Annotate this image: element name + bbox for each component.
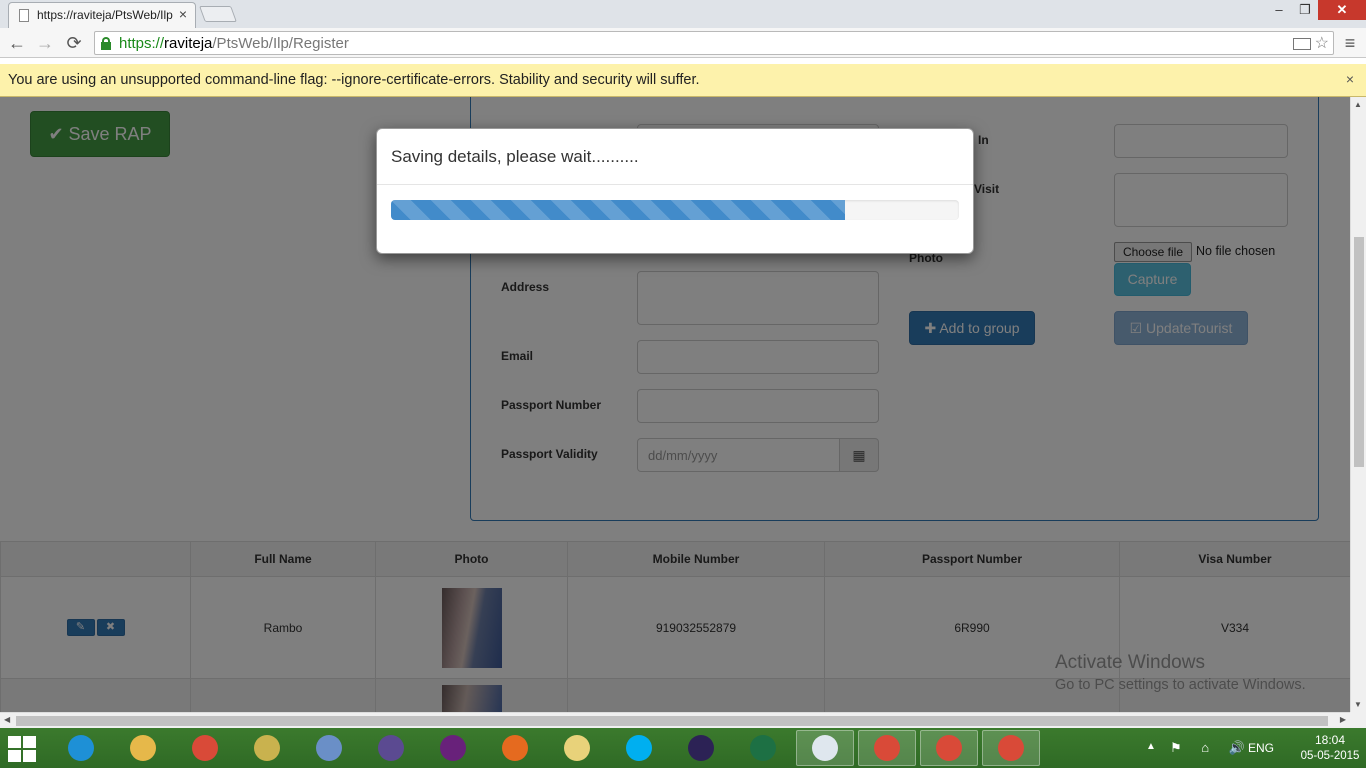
bookmark-star-icon[interactable]: ☆ (1315, 35, 1329, 52)
taskbar-app-button[interactable] (920, 730, 978, 766)
close-window-button[interactable]: ✕ (1318, 0, 1366, 20)
omnibox-actions: ☆ (1292, 33, 1329, 53)
skype-icon (626, 735, 652, 761)
url-text[interactable]: https://raviteja/PtsWeb/Ilp/Register (119, 35, 349, 52)
news-icon (812, 735, 838, 761)
tray-expand-icon[interactable]: ▲ (1146, 741, 1156, 752)
excel-icon (750, 735, 776, 761)
eclipse-purple-icon (378, 735, 404, 761)
internet-explorer-icon (68, 735, 94, 761)
tab-title: https://raviteja/PtsWeb/Ilp (37, 8, 173, 22)
scrollbar-corner (1350, 712, 1366, 728)
visual-studio-icon (440, 735, 466, 761)
scroll-down-icon[interactable]: ▼ (1354, 700, 1362, 709)
warning-infobar: You are using an unsupported command-lin… (0, 64, 1366, 97)
taskbar-app-button[interactable] (362, 730, 420, 766)
new-tab-button[interactable] (199, 6, 237, 22)
saving-dialog: Saving details, please wait.......... (376, 128, 974, 254)
browser-tab[interactable]: https://raviteja/PtsWeb/Ilp × (8, 2, 196, 28)
tray-status-icons[interactable]: ⚑ ⌂ 🔊 (1170, 740, 1253, 756)
tab-close-icon[interactable]: × (179, 6, 187, 22)
taskbar-app-button[interactable] (672, 730, 730, 766)
browser-menu-icon[interactable]: ≡ (1340, 33, 1360, 54)
taskbar-app-button[interactable] (486, 730, 544, 766)
dialog-divider (377, 184, 973, 185)
page-action-icon[interactable] (1292, 37, 1311, 50)
taskbar-app-button[interactable] (176, 730, 234, 766)
taskbar-app-button[interactable] (114, 730, 172, 766)
chrome-icon (936, 735, 962, 761)
start-button[interactable] (8, 736, 38, 762)
maximize-button[interactable]: ❐ (1292, 0, 1318, 20)
scroll-left-icon[interactable]: ◀ (4, 715, 10, 724)
progress-bar (391, 200, 959, 220)
folder-icon (564, 735, 590, 761)
network-icon (316, 735, 342, 761)
vertical-scrollbar[interactable]: ▲ ▼ (1350, 97, 1366, 712)
clock-date[interactable]: 05-05-2015 (1300, 750, 1360, 762)
taskbar-app-button[interactable] (548, 730, 606, 766)
dialog-title: Saving details, please wait.......... (391, 147, 639, 166)
taskbar-app-button[interactable] (424, 730, 482, 766)
chrome-icon (874, 735, 900, 761)
browser-toolbar: ← → ⟳ https://raviteja/PtsWeb/Ilp/Regist… (0, 28, 1366, 58)
page-icon (19, 9, 29, 22)
infobar-close-icon[interactable]: × (1346, 71, 1354, 87)
taskbar-app-button[interactable] (238, 730, 296, 766)
scroll-right-icon[interactable]: ▶ (1340, 715, 1346, 724)
lock-icon (101, 37, 111, 50)
taskbar-app-button[interactable] (734, 730, 792, 766)
taskbar-app-button[interactable] (796, 730, 854, 766)
scroll-up-icon[interactable]: ▲ (1354, 100, 1362, 109)
horizontal-scrollbar[interactable]: ◀ ▶ (0, 712, 1350, 728)
vertical-scroll-thumb[interactable] (1354, 237, 1364, 467)
eclipse-icon (688, 735, 714, 761)
chrome-icon (192, 735, 218, 761)
progress-fill (391, 200, 846, 220)
tools-icon (254, 735, 280, 761)
minimize-button[interactable]: – (1266, 0, 1292, 20)
taskbar-app-button[interactable] (52, 730, 110, 766)
taskbar-app-button[interactable] (858, 730, 916, 766)
horizontal-scroll-thumb[interactable] (16, 716, 1328, 726)
taskbar-app-button[interactable] (610, 730, 668, 766)
clock-time[interactable]: 18:04 (1300, 733, 1360, 747)
tab-strip: https://raviteja/PtsWeb/Ilp × – ❐ ✕ (0, 0, 1366, 28)
chrome-icon (998, 735, 1024, 761)
firefox-icon (502, 735, 528, 761)
file-explorer-icon (130, 735, 156, 761)
language-indicator[interactable]: ENG (1248, 741, 1274, 755)
address-bar[interactable]: https://raviteja/PtsWeb/Ilp/Register ☆ (94, 31, 1334, 55)
taskbar-app-button[interactable] (982, 730, 1040, 766)
forward-button[interactable]: → (34, 32, 56, 54)
taskbar-app-button[interactable] (300, 730, 358, 766)
page-content: ✔ Save RAP Address Email Passport Number… (0, 97, 1350, 712)
back-button[interactable]: ← (6, 32, 28, 54)
reload-button[interactable]: ⟳ (63, 32, 85, 54)
windows-taskbar: ▲ ⚑ ⌂ 🔊 ENG 18:04 05-05-2015 (0, 728, 1366, 768)
infobar-message: You are using an unsupported command-lin… (8, 72, 700, 88)
